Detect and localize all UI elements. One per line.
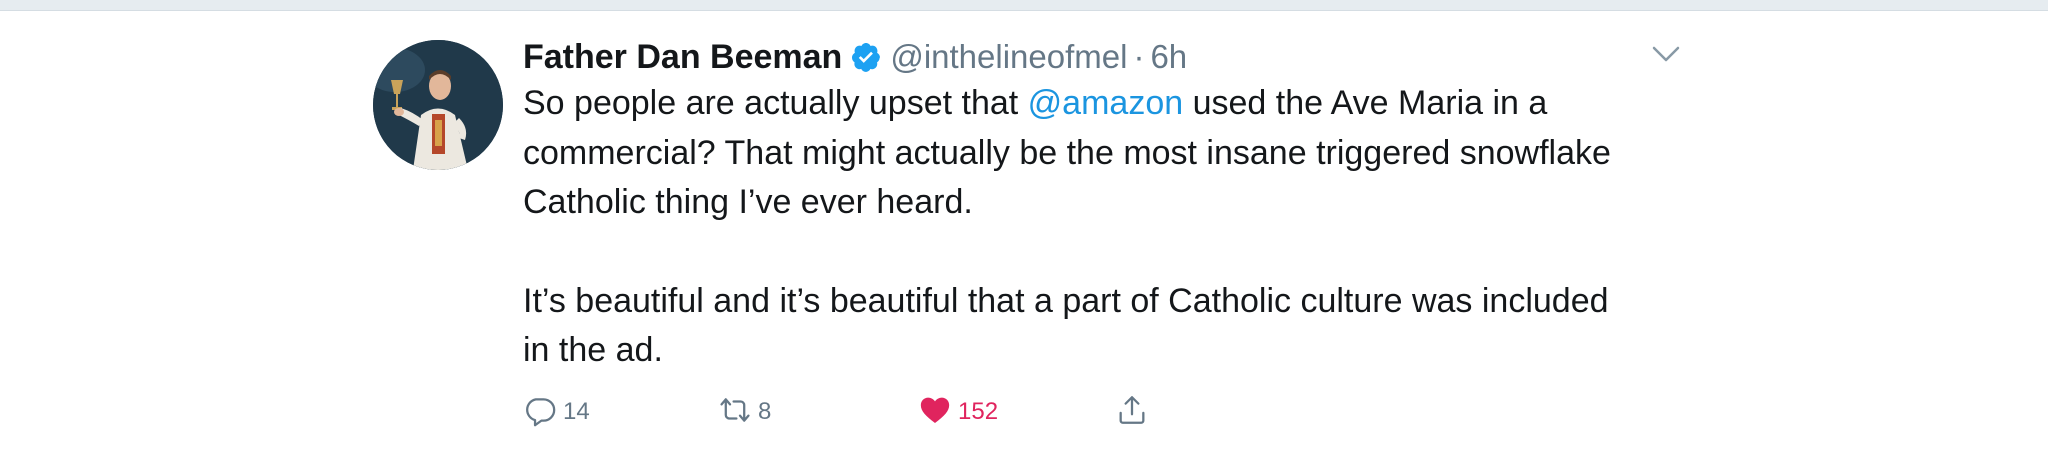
tweet-timestamp[interactable]: 6h [1150, 38, 1187, 76]
top-border [0, 0, 2048, 11]
mention-link[interactable]: @amazon [1028, 84, 1183, 122]
reply-bubble-icon [523, 393, 557, 432]
tweet-header: Father Dan Beeman @inthelineofmel · 6h [523, 30, 1187, 84]
tweet-paragraph-1: So people are actually upset that @amazo… [523, 79, 1643, 228]
avatar-image [373, 40, 503, 170]
tweet-text-part: So people are actually upset that [523, 84, 1028, 122]
verified-badge-icon [850, 41, 882, 73]
separator-dot: · [1133, 38, 1145, 75]
tweet-text: So people are actually upset that @amazo… [523, 79, 1643, 376]
reply-button[interactable]: 14 [523, 392, 590, 432]
tweet-paragraph-2: It’s beautiful and it’s beautiful that a… [523, 281, 1609, 370]
user-handle[interactable]: @inthelineofmel [890, 38, 1127, 76]
tweet-actions: 14 8 152 [523, 392, 1145, 432]
share-icon [1115, 393, 1149, 432]
like-count: 152 [958, 398, 999, 425]
retweet-button[interactable]: 8 [718, 392, 771, 432]
share-button[interactable] [1115, 392, 1149, 432]
like-button[interactable]: 152 [918, 392, 998, 432]
retweet-count: 8 [758, 398, 772, 425]
chevron-down-icon[interactable] [1650, 42, 1682, 66]
retweet-icon [718, 393, 752, 432]
display-name[interactable]: Father Dan Beeman [523, 38, 842, 77]
reply-count: 14 [563, 398, 590, 425]
avatar[interactable] [373, 40, 503, 170]
heart-icon [918, 393, 952, 432]
